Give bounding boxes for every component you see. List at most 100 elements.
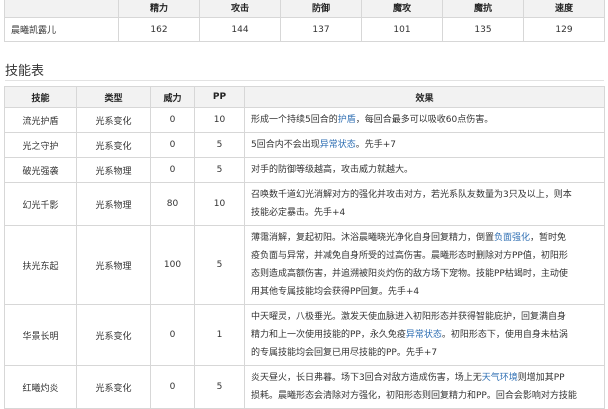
skill-type: 光系变化 — [76, 304, 151, 366]
skill-type: 光系变化 — [76, 107, 151, 133]
stats-header-magic-attack: 魔攻 — [361, 0, 443, 18]
skill-effect: 中天曜灵，八极垂光。激发天使血脉进入初阳形态并获得智能庇护，回复满自身 精力和上一… — [244, 304, 605, 366]
stats-header-stamina: 精力 — [118, 0, 200, 18]
skill-pp: 10 — [194, 107, 245, 133]
skill-effect-text: 态则造成高额伤害，并追溯被阳炎灼伤的敌方场下宠物。技能PP枯竭时，主动使 — [251, 269, 568, 279]
skill-effect-text: 的专属技能均会回复已用尽技能的PP。先手+7 — [251, 348, 438, 358]
stats-speed-value: 129 — [523, 17, 605, 42]
skill-effect: 炎天昼火，长日弗暮。场下3回合对敌方造成伤害，场上无天气环境则增加其PP 损耗。晨… — [244, 365, 605, 409]
stats-attack-value: 144 — [199, 17, 281, 42]
skill-effect-line: 用其他专属技能均会获得PP回复。先手+4 — [251, 283, 598, 301]
skill-effect-text: 。先手+7 — [355, 140, 397, 150]
skill-effect-text: 中天曜灵，八极垂光。激发天使血脉进入初阳形态并获得智能庇护，回复满自身 — [251, 312, 567, 322]
skills-header-power: 威力 — [150, 86, 195, 108]
skill-pp: 5 — [194, 157, 245, 183]
stats-magic-attack-value: 101 — [361, 17, 443, 42]
skill-effect-text: 5回合内不会出现 — [251, 140, 320, 150]
skill-pp: 5 — [194, 365, 245, 409]
skill-effect-line: 的专属技能均会回复已用尽技能的PP。先手+7 — [251, 344, 598, 362]
skill-effect: 5回合内不会出现异常状态。先手+7 — [244, 132, 605, 158]
skill-row: 扶光东起 光系物理 100 5 薄霭消解，复起初阳。沐浴晨曦晓光净化自身回复精力，倒置负… — [4, 225, 605, 305]
section-title: 技能表 — [5, 64, 45, 79]
stats-header-row: 精力 攻击 防御 魔攻 魔抗 速度 — [4, 0, 605, 18]
skill-row: 幻光千影 光系物理 80 10 召唤数千道幻光消解对方的强化并攻击对方，若光系队友数量为… — [4, 182, 605, 226]
skills-table: 技能 类型 威力 PP 效果 流光护盾 光系变化 0 10 形成一个持续5回合的护盾，每… — [4, 86, 605, 409]
skill-effect-text: 薄霭消解，复起初阳。沐浴晨曦晓光净化自身回复精力，倒置 — [251, 233, 495, 243]
skill-name: 扶光东起 — [4, 225, 77, 305]
skill-row: 流光护盾 光系变化 0 10 形成一个持续5回合的护盾，每回合最多可以吸收60点伤害。 — [4, 107, 605, 133]
skill-pp: 5 — [194, 225, 245, 305]
stats-header-defense: 防御 — [280, 0, 362, 18]
skill-effect-text: 。初阳形态下，使用自身未枯涡 — [441, 330, 568, 340]
skill-power: 0 — [150, 132, 195, 158]
skill-row: 华景长明 光系变化 0 1 中天曜灵，八极垂光。激发天使血脉进入初阳形态并获得智能庇护，… — [4, 304, 605, 366]
skill-type: 光系物理 — [76, 182, 151, 226]
skill-effect-text: 疫负面与异常，并减免自身所受的过高伤害。晨曦形态时删除对方PP值，初阳形 — [251, 251, 568, 261]
skills-header-type: 类型 — [76, 86, 151, 108]
skill-effect-text: ，每回合最多可以吸收60点伤害。 — [355, 115, 494, 125]
skill-row: 光之守护 光系变化 0 5 5回合内不会出现异常状态。先手+7 — [4, 132, 605, 158]
skill-power: 100 — [150, 225, 195, 305]
skill-effect: 对手的防御等级越高，攻击威力就越大。 — [244, 157, 605, 183]
skill-effect-text: 对手的防御等级越高，攻击威力就越大。 — [251, 165, 414, 175]
skill-power: 0 — [150, 157, 195, 183]
skill-row: 红曦灼炎 光系变化 0 5 炎天昼火，长日弗暮。场下3回合对敌方造成伤害，场上无天气环境… — [4, 365, 605, 409]
skill-effect-line: 薄霭消解，复起初阳。沐浴晨曦晓光净化自身回复精力，倒置负面强化，暂时免 — [251, 229, 598, 247]
skill-type: 光系变化 — [76, 365, 151, 409]
skill-name: 幻光千影 — [4, 182, 77, 226]
skill-effect-link[interactable]: 负面强化 — [494, 233, 530, 243]
skill-name: 破光强袭 — [4, 157, 77, 183]
skill-effect-text: 形成一个持续5回合的 — [251, 115, 338, 125]
skill-effect-line: 5回合内不会出现异常状态。先手+7 — [251, 136, 598, 154]
skill-effect-line: 形成一个持续5回合的护盾，每回合最多可以吸收60点伤害。 — [251, 111, 598, 129]
stats-magic-resist-value: 135 — [442, 17, 524, 42]
skill-pp: 1 — [194, 304, 245, 366]
skill-effect-link[interactable]: 护盾 — [338, 115, 356, 125]
skill-effect-text: 精力和上一次使用技能的PP，永久免疫 — [251, 330, 406, 340]
skill-name: 红曦灼炎 — [4, 365, 77, 409]
stats-header-speed: 速度 — [523, 0, 605, 18]
skill-effect-text: 则增加其PP — [517, 373, 565, 383]
stats-table: 精力 攻击 防御 魔攻 魔抗 速度 晨曦凯露儿 162 144 137 101 … — [4, 0, 605, 42]
skill-effect-link[interactable]: 异常状态 — [406, 330, 442, 340]
skill-power: 0 — [150, 365, 195, 409]
skill-power: 0 — [150, 107, 195, 133]
skill-effect: 形成一个持续5回合的护盾，每回合最多可以吸收60点伤害。 — [244, 107, 605, 133]
skill-power: 80 — [150, 182, 195, 226]
section-divider — [5, 80, 604, 81]
skill-effect-line: 疫负面与异常，并减免自身所受的过高伤害。晨曦形态时删除对方PP值，初阳形 — [251, 247, 598, 265]
skills-header-effect: 效果 — [244, 86, 605, 108]
skill-effect-line: 召唤数千道幻光消解对方的强化并攻击对方，若光系队友数量为3只及以上，则本 — [251, 186, 598, 204]
skill-effect: 薄霭消解，复起初阳。沐浴晨曦晓光净化自身回复精力，倒置负面强化，暂时免疫负面与异… — [244, 225, 605, 305]
stats-header-magic-resist: 魔抗 — [442, 0, 524, 18]
skill-name: 流光护盾 — [4, 107, 77, 133]
skill-type: 光系变化 — [76, 132, 151, 158]
skill-effect-line: 损耗。晨曦形态会清除对方强化，初阳形态则回复精力和PP。回合会影响对方技能 — [251, 387, 598, 405]
skills-header-pp: PP — [194, 86, 245, 108]
skill-effect-text: 用其他专属技能均会获得PP回复。先手+4 — [251, 287, 420, 297]
skill-type: 光系物理 — [76, 157, 151, 183]
skill-row: 破光强袭 光系物理 0 5 对手的防御等级越高，攻击威力就越大。 — [4, 157, 605, 183]
stats-row: 晨曦凯露儿 162 144 137 101 135 129 — [4, 17, 605, 42]
skill-power: 0 — [150, 304, 195, 366]
skill-effect-line: 技能必定暴击。先手+4 — [251, 204, 598, 222]
stats-pet-name: 晨曦凯露儿 — [4, 17, 119, 42]
skill-effect-line: 态则造成高额伤害，并追溯被阳炎灼伤的敌方场下宠物。技能PP枯竭时，主动使 — [251, 265, 598, 283]
skill-pp: 10 — [194, 182, 245, 226]
skill-effect-link[interactable]: 异常状态 — [320, 140, 356, 150]
skill-effect-text: 技能必定暴击。先手+4 — [251, 208, 346, 218]
skill-effect-text: 召唤数千道幻光消解对方的强化并攻击对方，若光系队友数量为3只及以上，则本 — [251, 190, 572, 200]
skill-name: 华景长明 — [4, 304, 77, 366]
skill-effect-text: 炎天昼火，长日弗暮。场下3回合对敌方造成伤害，场上无 — [251, 373, 482, 383]
skill-effect-line: 炎天昼火，长日弗暮。场下3回合对敌方造成伤害，场上无天气环境则增加其PP — [251, 369, 598, 387]
skill-type: 光系物理 — [76, 225, 151, 305]
stats-defense-value: 137 — [280, 17, 362, 42]
skill-effect: 召唤数千道幻光消解对方的强化并攻击对方，若光系队友数量为3只及以上，则本 技能必定… — [244, 182, 605, 226]
stats-header-attack: 攻击 — [199, 0, 281, 18]
stats-header-name — [4, 0, 119, 18]
skill-effect-link[interactable]: 天气环境 — [482, 373, 518, 383]
skills-header-row: 技能 类型 威力 PP 效果 — [4, 86, 605, 108]
skill-effect-text: ，暂时免 — [530, 233, 567, 243]
skill-name: 光之守护 — [4, 132, 77, 158]
skill-pp: 5 — [194, 132, 245, 158]
